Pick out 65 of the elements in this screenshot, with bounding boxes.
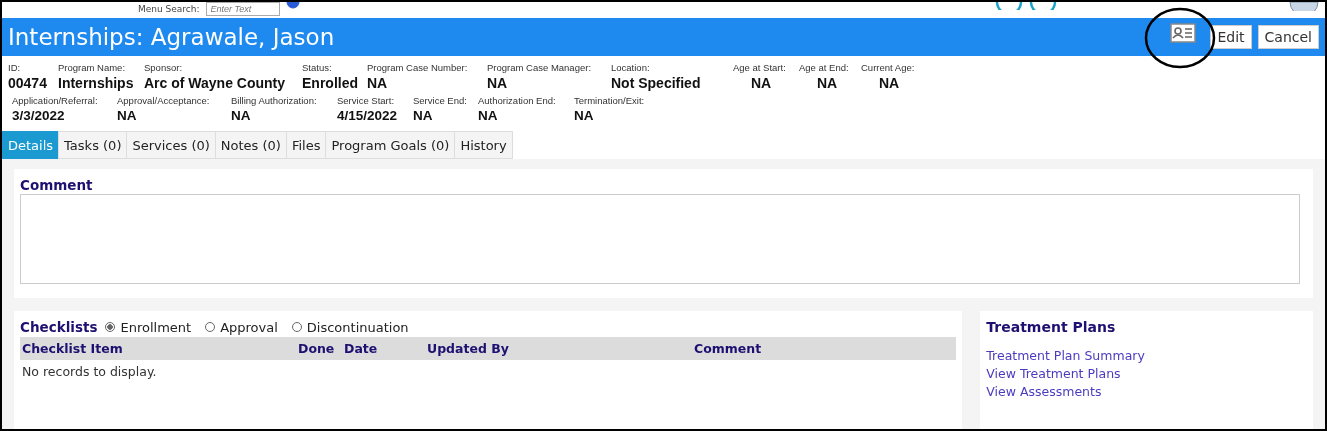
field-value: 00474 (8, 75, 48, 91)
field-label: Termination/Exit: (574, 95, 646, 106)
field-value: NA (478, 108, 499, 123)
field-value: NA (878, 75, 901, 91)
field-label: Service End: (413, 95, 468, 106)
treatment-link[interactable]: View Treatment Plans (986, 365, 1307, 383)
comment-field[interactable] (20, 194, 1300, 284)
field-value: NA (487, 75, 509, 91)
field-value: NA (367, 75, 389, 91)
page-title: Internships: Agrawale, Jason (8, 24, 335, 50)
treatment-link[interactable]: View Assessments (986, 383, 1307, 401)
field-label: Status: (302, 62, 333, 73)
radio-button[interactable] (105, 322, 116, 332)
column-header: Done (298, 341, 336, 356)
field-label: Application/Referral: (12, 95, 99, 106)
globe-icon[interactable] (1289, 2, 1319, 11)
field-label: Location: (611, 62, 651, 73)
header-button[interactable]: Cancel (1257, 25, 1319, 49)
header-button[interactable]: Edit (1210, 25, 1252, 49)
tab[interactable]: Files (285, 131, 327, 159)
field-label: Current Age: (861, 62, 916, 73)
field-label: Billing Authorization: (231, 95, 318, 106)
radio-option[interactable]: Approval (205, 319, 278, 335)
field-value: Not Specified (611, 75, 702, 91)
tab[interactable]: Services (0) (126, 131, 216, 159)
tab[interactable]: Program Goals (0) (325, 131, 456, 159)
column-header: Updated By (427, 341, 510, 356)
field-value: NA (413, 108, 434, 123)
radio-option[interactable]: Discontinuation (291, 319, 409, 335)
field-value: 3/3/2022 (12, 108, 66, 123)
tab[interactable]: History (454, 131, 513, 159)
menu-search-field[interactable]: Enter Text (205, 2, 280, 16)
field-value: Enrolled (302, 75, 359, 91)
contact-card-icon[interactable] (1170, 23, 1197, 43)
field-label: Authorization End: (478, 95, 557, 106)
field-value: NA (231, 108, 252, 123)
field-label: Service Start: (337, 95, 396, 106)
column-header: Date (344, 341, 379, 356)
tab[interactable]: Tasks (0) (58, 131, 128, 159)
field-value: NA (816, 75, 839, 91)
radio-option[interactable]: Enrollment (105, 319, 192, 335)
field-value: NA (750, 75, 773, 91)
menu-search-label: Menu Search: (138, 3, 200, 15)
field-value: Arc of Wayne County (144, 75, 287, 91)
column-header: Checklist Item (22, 341, 124, 356)
checklists-title: Checklists (20, 319, 98, 335)
field-label: ID: (8, 62, 22, 73)
field-label: Program Name: (58, 62, 127, 73)
field-label: Approval/Acceptance: (117, 95, 211, 106)
field-value: NA (574, 108, 595, 123)
field-value: NA (117, 108, 138, 123)
treatment-link[interactable]: Treatment Plan Summary (986, 347, 1307, 365)
field-label: Program Case Number: (367, 62, 469, 73)
field-label: Age at Start: (733, 62, 787, 73)
empty-message: No records to display. (21, 363, 158, 381)
go-icon[interactable] (285, 2, 300, 10)
treatment-plans-title: Treatment Plans (986, 319, 1117, 335)
tab[interactable]: Notes (0) (214, 131, 287, 159)
field-value: Internships (58, 75, 135, 91)
comment-title: Comment (20, 177, 94, 193)
field-value: 4/15/2022 (337, 108, 399, 123)
field-label: Sponsor: (144, 62, 184, 73)
field-label: Program Case Manager: (487, 62, 593, 73)
field-label: Age at End: (799, 62, 850, 73)
column-header: Comment (694, 341, 763, 356)
